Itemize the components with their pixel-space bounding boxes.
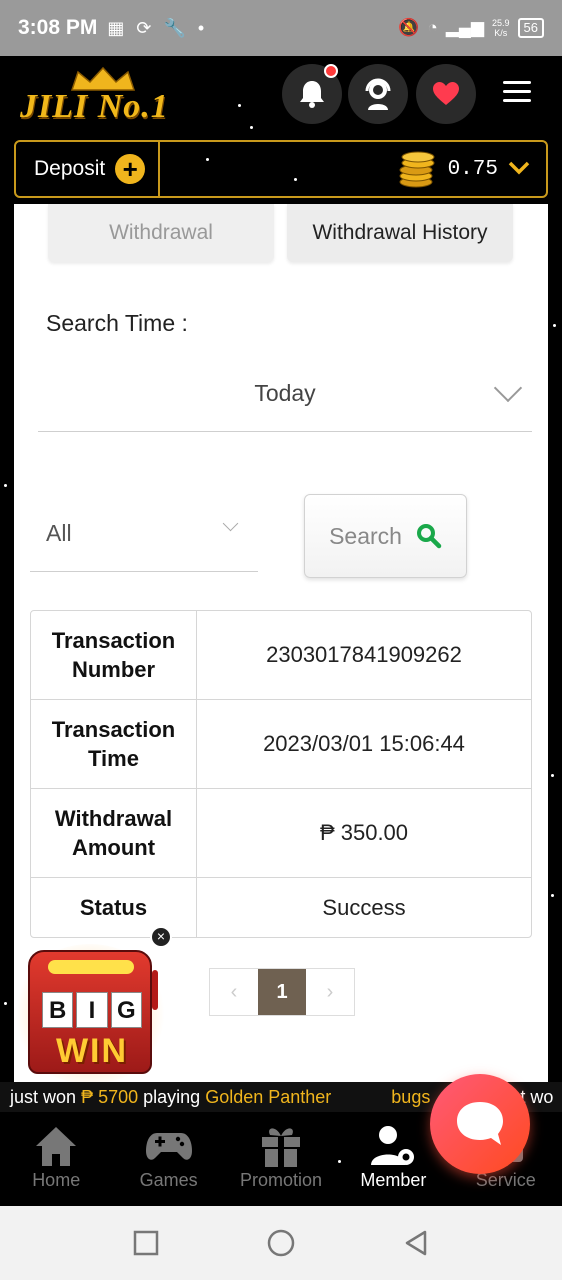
deposit-label: Deposit — [34, 157, 106, 180]
logo-text: JILI No.1 — [20, 88, 169, 125]
wifi-icon: ◔ — [427, 18, 438, 37]
pagination: ‹ 1 › — [209, 968, 355, 1016]
sync-icon: ⟳ — [136, 17, 152, 38]
table-row: Transaction Time 2023/03/01 15:06:44 — [31, 700, 531, 789]
search-label: Search — [329, 522, 402, 549]
deposit-bar: Deposit + 0.75 — [14, 140, 548, 198]
balance-amount: 0.75 — [447, 157, 498, 181]
notification-dot — [324, 64, 338, 78]
page-1-button[interactable]: 1 — [258, 969, 306, 1015]
row-label: Status — [31, 878, 197, 937]
chevron-down-icon — [222, 515, 239, 532]
search-time-label: Search Time : — [46, 310, 188, 336]
row-label: Transaction Number — [31, 611, 197, 699]
gamepad-icon — [145, 1122, 193, 1170]
transaction-detail-table: Transaction Number 2303017841909262 Tran… — [30, 610, 532, 938]
bell-icon — [300, 81, 324, 108]
heart-icon — [433, 82, 459, 105]
deposit-button[interactable]: Deposit + — [16, 142, 160, 196]
row-value: 2023/03/01 15:06:44 — [263, 731, 465, 756]
row-value: 2303017841909262 — [266, 642, 462, 667]
mute-icon: 🔕 — [398, 18, 420, 37]
row-value: ₱ 350.00 — [319, 820, 409, 845]
support-button[interactable] — [348, 64, 408, 124]
next-page-button[interactable]: › — [306, 969, 354, 1015]
transaction-type-select[interactable]: All — [30, 496, 258, 572]
date-range-select[interactable]: Today — [38, 358, 532, 432]
app-notification-icon: ▦ — [107, 17, 125, 38]
jili-logo[interactable]: JILI No.1 — [20, 66, 190, 126]
chat-button[interactable] — [430, 1074, 530, 1174]
balance-dropdown[interactable]: 0.75 — [398, 150, 530, 188]
home-circle-icon[interactable] — [266, 1228, 296, 1258]
win-text: WIN — [55, 1032, 129, 1070]
signal-icon: ▂▄▆ — [445, 18, 484, 37]
coins-icon — [399, 151, 435, 188]
nav-home[interactable]: Home — [0, 1112, 112, 1206]
search-button[interactable]: Search — [304, 494, 467, 578]
table-row: Status Success — [31, 878, 531, 937]
row-value: Success — [322, 894, 406, 920]
wrench-icon: 🔧 — [163, 17, 186, 38]
plus-icon: + — [115, 154, 146, 184]
back-icon[interactable] — [403, 1229, 429, 1257]
gift-icon — [258, 1122, 304, 1170]
home-icon — [33, 1122, 79, 1170]
dot-icon: • — [197, 17, 205, 38]
search-icon — [416, 524, 442, 549]
clock: 3:08 PM — [18, 16, 98, 39]
android-navigation-bar — [0, 1206, 562, 1280]
chevron-down-icon — [508, 157, 530, 182]
net-speed: 25.9 K/s — [492, 18, 510, 38]
row-label: Withdrawal Amount — [31, 789, 197, 877]
recents-icon[interactable] — [133, 1230, 159, 1256]
favorites-button[interactable] — [416, 64, 476, 124]
notification-button[interactable] — [282, 64, 342, 124]
nav-promotion[interactable]: Promotion — [225, 1112, 337, 1206]
tab-withdrawal[interactable]: Withdrawal — [48, 204, 274, 262]
tab-withdrawal-history[interactable]: Withdrawal History — [287, 204, 513, 262]
close-icon[interactable]: × — [150, 926, 172, 948]
battery-icon: 56 — [517, 18, 544, 38]
menu-hamburger-icon[interactable] — [503, 81, 531, 107]
member-settings-icon — [368, 1122, 418, 1170]
top-header: JILI No.1 — [0, 56, 562, 134]
slot-machine-icon: B I G WIN — [28, 950, 158, 1074]
chat-bubble-icon — [457, 1102, 503, 1145]
date-range-value: Today — [254, 380, 316, 406]
big-win-promo[interactable]: B I G WIN — [10, 934, 170, 1084]
table-row: Transaction Number 2303017841909262 — [31, 611, 531, 700]
headset-icon — [365, 78, 391, 110]
transaction-type-value: All — [46, 520, 72, 546]
prev-page-button[interactable]: ‹ — [210, 969, 258, 1015]
nav-games[interactable]: Games — [112, 1112, 224, 1206]
table-row: Withdrawal Amount ₱ 350.00 — [31, 789, 531, 878]
system-status-bar: 3:08 PM ▦ ⟳ 🔧 • 🔕 ◔ ▂▄▆ 25.9 K/s 56 — [0, 0, 562, 56]
row-label: Transaction Time — [31, 700, 197, 788]
